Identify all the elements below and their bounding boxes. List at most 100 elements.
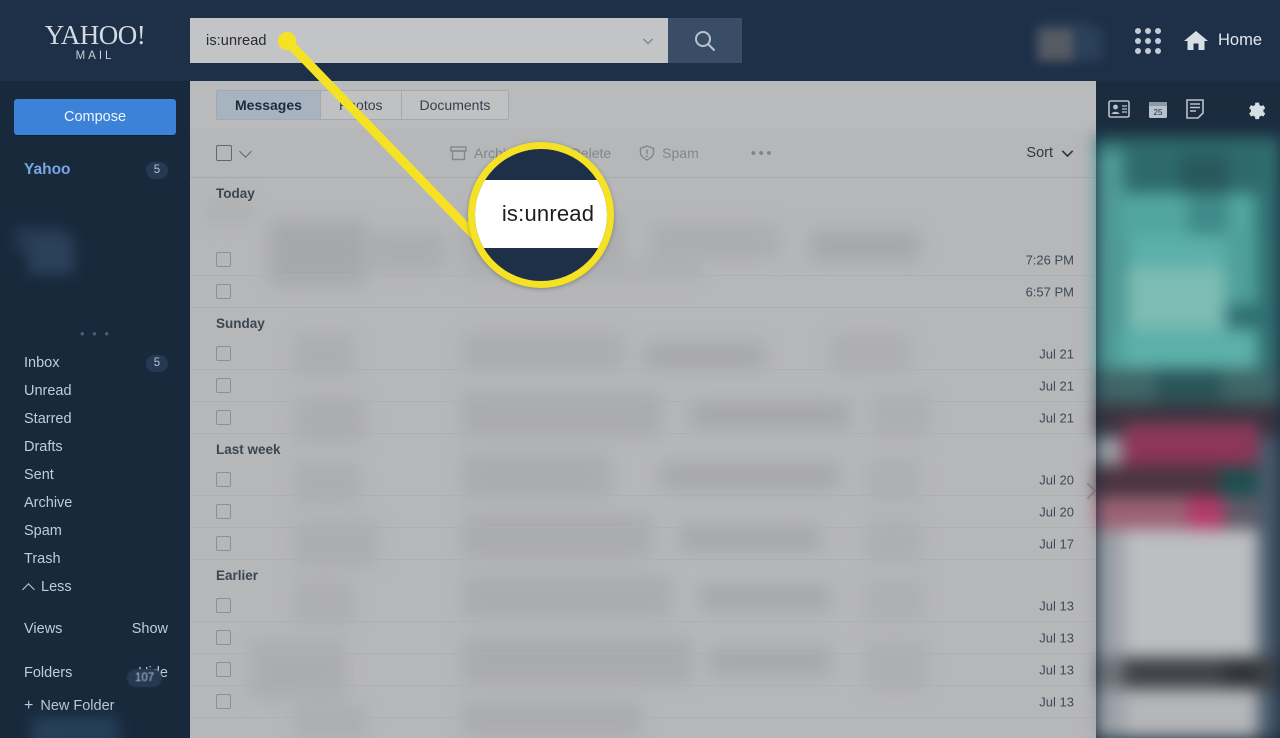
new-folder-button[interactable]: + New Folder <box>0 693 190 719</box>
table-row[interactable]: Jul 13 <box>190 686 1096 718</box>
row-checkbox[interactable] <box>216 662 231 677</box>
search-input-value: is:unread <box>206 32 267 49</box>
message-date: Jul 20 <box>1039 472 1074 487</box>
chevron-down-icon <box>1061 149 1074 157</box>
sidebar-item-inbox[interactable]: Inbox 5 <box>0 349 190 377</box>
sidebar-item-label: Trash <box>24 551 61 567</box>
contacts-icon[interactable] <box>1108 100 1130 118</box>
row-checkbox[interactable] <box>216 284 231 299</box>
row-checkbox[interactable] <box>216 504 231 519</box>
sidebar-item-label: Inbox <box>24 355 60 371</box>
select-all-chevron-down-icon[interactable] <box>239 144 252 158</box>
spam-shield-icon <box>639 145 655 161</box>
table-row[interactable]: Jul 20 <box>190 496 1096 528</box>
row-checkbox[interactable] <box>216 630 231 645</box>
message-list-panel: Messages Photos Documents Archive Delete… <box>190 81 1096 738</box>
message-date: Jul 13 <box>1039 662 1074 677</box>
sidebar-item-label: Sent <box>24 467 54 483</box>
sort-button[interactable]: Sort <box>1026 145 1074 161</box>
sidebar-section-action[interactable]: Show <box>132 621 168 637</box>
spam-label: Spam <box>662 145 699 161</box>
table-row[interactable]: Jul 13 <box>190 622 1096 654</box>
sidebar-item-drafts[interactable]: Drafts <box>0 433 190 461</box>
content-tabs: Messages Photos Documents <box>190 81 1096 129</box>
sidebar-item-starred[interactable]: Starred <box>0 405 190 433</box>
yahoo-mail-window: YAHOO! MAIL is:unread Home Compose Yahoo… <box>0 0 1280 738</box>
magnifier-band: is:unread <box>475 180 607 248</box>
table-row[interactable]: Jul 17 <box>190 528 1096 560</box>
right-rail: 25 <box>1096 81 1280 738</box>
select-all-checkbox[interactable] <box>216 145 232 161</box>
table-row[interactable] <box>190 208 1096 244</box>
promo-ad-panel[interactable] <box>1096 137 1280 738</box>
list-toolbar: Archive Delete Spam ••• Sort <box>190 129 1096 178</box>
message-date: Jul 17 <box>1039 536 1074 551</box>
tab-documents[interactable]: Documents <box>401 91 509 119</box>
message-date: 7:26 PM <box>1025 252 1074 267</box>
notepad-icon[interactable] <box>1186 99 1204 119</box>
yahoo-mail-logo[interactable]: YAHOO! MAIL <box>0 0 190 81</box>
sidebar-section-views[interactable]: Views Show <box>0 615 190 643</box>
sidebar-less-label: Less <box>41 579 72 595</box>
search-button[interactable] <box>668 18 742 63</box>
table-row[interactable]: Jul 21 <box>190 370 1096 402</box>
row-checkbox[interactable] <box>216 536 231 551</box>
sidebar-item-trash[interactable]: Trash <box>0 545 190 573</box>
home-label: Home <box>1217 31 1262 49</box>
sidebar-section-folders[interactable]: Folders Hide <box>0 659 190 687</box>
sidebar-item-sent[interactable]: Sent <box>0 461 190 489</box>
row-checkbox[interactable] <box>216 252 231 267</box>
row-checkbox[interactable] <box>216 410 231 425</box>
message-date: Jul 21 <box>1039 378 1074 393</box>
table-row[interactable]: Jul 20 <box>190 464 1096 496</box>
right-rail-icons: 25 <box>1096 81 1280 137</box>
header-right-cluster: Home <box>1031 0 1280 81</box>
sidebar-item-label: Starred <box>24 411 72 427</box>
grid-apps-icon[interactable] <box>1131 24 1165 58</box>
search-icon <box>695 30 715 51</box>
row-checkbox[interactable] <box>216 694 231 709</box>
sidebar-item-label: Archive <box>24 495 73 511</box>
avatar[interactable] <box>1031 19 1105 62</box>
compose-button[interactable]: Compose <box>14 99 176 135</box>
table-row[interactable]: Jul 21 <box>190 338 1096 370</box>
sidebar-item-unread[interactable]: Unread <box>0 377 190 405</box>
chevron-down-icon[interactable] <box>642 35 654 47</box>
tab-photos[interactable]: Photos <box>320 91 402 119</box>
sidebar-item-spam[interactable]: Spam <box>0 517 190 545</box>
table-row[interactable]: Jul 13 <box>190 590 1096 622</box>
table-row[interactable]: 6:57 PM <box>190 276 1096 308</box>
plus-icon: + <box>24 697 34 714</box>
spam-button[interactable]: Spam <box>639 145 699 161</box>
gear-icon[interactable] <box>1244 98 1266 120</box>
row-checkbox[interactable] <box>216 346 231 361</box>
home-icon <box>1183 31 1208 50</box>
inbox-unread-badge: 5 <box>146 354 168 372</box>
hidden-folder-badge: 107 <box>127 669 163 687</box>
yahoo-wordmark: YAHOO! <box>44 19 146 50</box>
account-name: Yahoo <box>24 161 71 178</box>
sidebar-ellipsis[interactable]: • • • <box>80 326 111 341</box>
group-header-earlier: Earlier <box>216 567 259 583</box>
callout-anchor-dot <box>278 32 296 50</box>
group-header-today: Today <box>216 185 255 201</box>
sidebar-item-archive[interactable]: Archive <box>0 489 190 517</box>
calendar-icon[interactable]: 25 <box>1148 100 1168 119</box>
account-unread-badge: 5 <box>146 161 168 179</box>
more-actions-button[interactable]: ••• <box>751 145 774 162</box>
magnified-search-text: is:unread <box>501 201 595 226</box>
archive-icon <box>450 145 467 160</box>
row-checkbox[interactable] <box>216 598 231 613</box>
row-checkbox[interactable] <box>216 378 231 393</box>
row-checkbox[interactable] <box>216 472 231 487</box>
tab-messages[interactable]: Messages <box>217 91 321 119</box>
home-link[interactable]: Home <box>1183 29 1262 52</box>
search-input[interactable]: is:unread <box>190 18 668 63</box>
app-header: YAHOO! MAIL is:unread Home <box>0 0 1280 81</box>
sidebar-section-label: Views <box>24 621 63 637</box>
table-row[interactable]: 7:26 PM <box>190 244 1096 276</box>
account-row[interactable]: Yahoo 5 <box>0 155 190 185</box>
sidebar-less-toggle[interactable]: Less <box>0 573 190 601</box>
table-row[interactable]: Jul 13 <box>190 654 1096 686</box>
table-row[interactable]: Jul 21 <box>190 402 1096 434</box>
